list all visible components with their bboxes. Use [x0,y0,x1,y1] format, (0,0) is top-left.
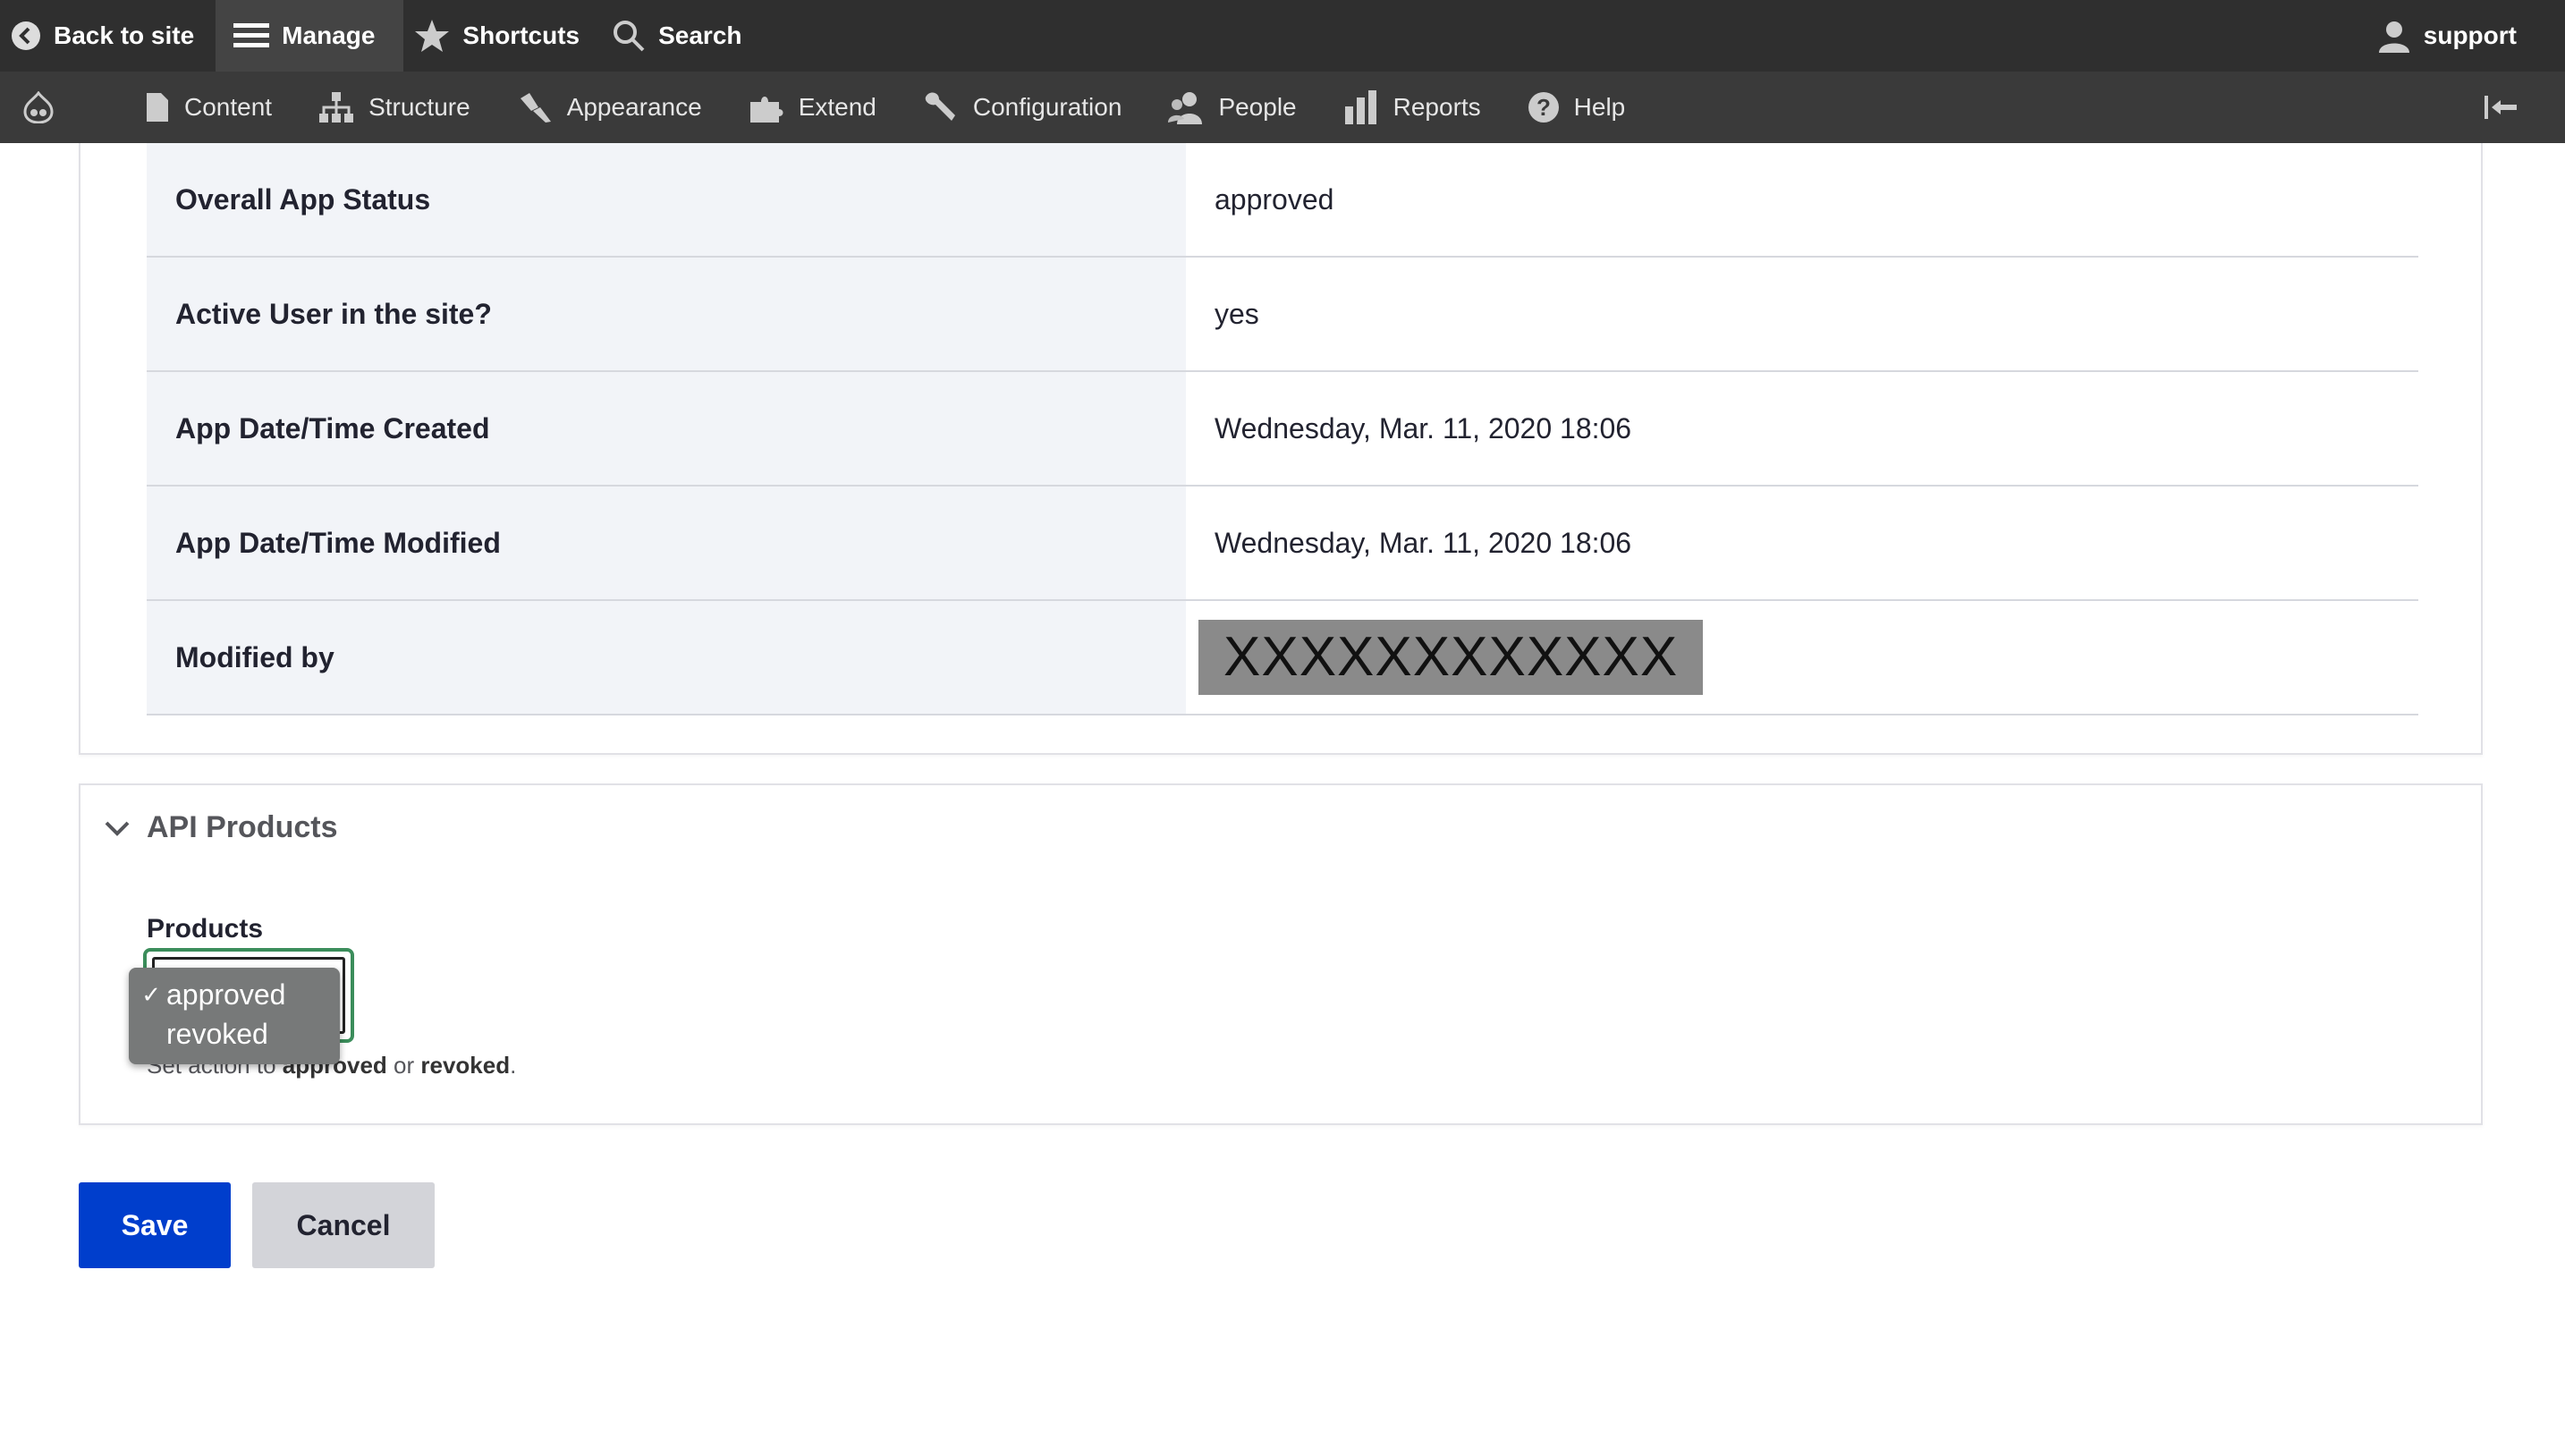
checkmark-icon: ✓ [141,980,161,1008]
api-products-summary[interactable]: API Products [104,810,337,845]
table-row: App Date/Time Created Wednesday, Mar. 11… [147,372,2418,487]
user-icon [2378,21,2409,53]
collapse-sidebar-icon [2485,96,2517,119]
shortcuts-tab[interactable]: Shortcuts [403,0,601,72]
row-label: App Date/Time Created [147,372,1186,485]
menu-item-extend[interactable]: Extend [725,72,900,143]
menu-item-label: Configuration [972,93,1122,121]
search-label: Search [658,21,742,49]
file-icon [147,93,168,122]
desc-revoked: revoked [420,1052,511,1079]
row-value: yes [1215,297,1259,330]
manage-tab[interactable]: Manage [216,0,404,72]
row-value: XXXXXXXXXXXX [1186,601,2418,714]
app-details-table: Overall App Status approved Active User … [147,143,2418,715]
save-button[interactable]: Save [79,1182,231,1268]
toolbar-orientation-toggle[interactable] [2459,72,2556,143]
option-approved[interactable]: ✓ approved [129,975,340,1014]
search-icon [614,21,645,52]
drupal-logo-icon [23,91,54,123]
chevron-down-icon [105,821,130,836]
option-label: revoked [166,1017,268,1050]
row-value: approved [1215,182,1334,216]
menu-item-content[interactable]: Content [122,72,295,143]
menu-item-label: Appearance [566,93,702,121]
menu-item-appearance[interactable]: Appearance [494,72,725,143]
menu-item-configuration[interactable]: Configuration [900,72,1146,143]
table-row: Modified by XXXXXXXXXXXX [147,601,2418,715]
admin-menu-bar: Content Structure Appearance Extend Conf… [0,72,2565,143]
manage-label: Manage [282,21,376,49]
row-label: Active User in the site? [147,258,1186,370]
people-icon [1168,92,1203,124]
row-label: Overall App Status [147,143,1186,256]
puzzle-icon [749,97,783,123]
shortcuts-label: Shortcuts [462,21,580,49]
menu-item-label: Structure [368,93,470,121]
products-label: Products [147,914,264,944]
admin-toolbar: Back to site Manage Shortcuts Search sup… [0,0,2565,72]
menu-item-label: Extend [798,93,876,121]
table-row: App Date/Time Modified Wednesday, Mar. 1… [147,487,2418,601]
desc-suffix: . [510,1052,517,1079]
sitemap-icon [319,92,354,123]
menu-item-label: Content [184,93,273,121]
user-menu[interactable]: support [2366,0,2538,72]
menu-item-label: Help [1573,93,1626,121]
cancel-button[interactable]: Cancel [252,1182,435,1268]
api-products-details: API Products Products Set action to appr… [79,783,2483,1125]
user-name: support [2423,21,2517,49]
menu-item-people[interactable]: People [1145,72,1319,143]
menu-item-structure[interactable]: Structure [295,72,494,143]
products-dropdown-menu: ✓ approved revoked [129,968,340,1064]
menu-item-label: Reports [1393,93,1481,121]
option-revoked[interactable]: revoked [129,1014,340,1054]
table-row: Active User in the site? yes [147,258,2418,372]
desc-or: or [386,1052,421,1079]
wrench-icon [925,92,955,121]
table-row: Overall App Status approved [147,143,2418,258]
back-to-site-link[interactable]: Back to site [0,0,216,72]
search-tab[interactable]: Search [601,0,763,72]
svg-text:?: ? [1536,94,1551,121]
drupal-home-link[interactable] [0,72,122,143]
menu-item-label: People [1218,93,1297,121]
menu-item-reports[interactable]: Reports [1320,72,1504,143]
menu-item-help[interactable]: ? Help [1504,72,1649,143]
row-label: Modified by [147,601,1186,714]
row-label: App Date/Time Modified [147,487,1186,599]
api-products-title: API Products [147,810,338,844]
option-label: approved [166,978,286,1011]
row-value: Wednesday, Mar. 11, 2020 18:06 [1215,526,1632,559]
back-to-site-label: Back to site [54,21,195,49]
star-icon [415,20,450,52]
row-value: Wednesday, Mar. 11, 2020 18:06 [1215,411,1632,444]
paintbrush-icon [520,93,551,123]
bar-chart-icon [1344,90,1376,124]
back-arrow-icon [12,21,40,50]
help-icon: ? [1528,92,1559,123]
app-details-card: Overall App Status approved Active User … [79,143,2483,755]
redacted-user: XXXXXXXXXXXX [1198,620,1704,695]
hamburger-icon [233,23,270,47]
